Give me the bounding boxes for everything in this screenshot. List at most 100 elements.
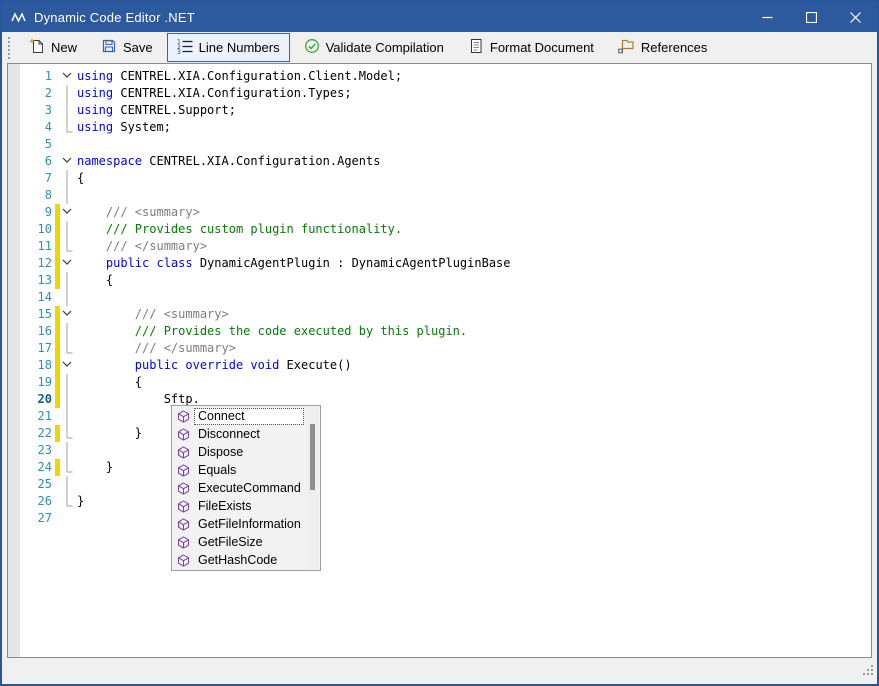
code-text: /// <summary> (77, 306, 229, 323)
change-bar (55, 85, 60, 102)
method-icon (177, 554, 190, 567)
code-line[interactable]: 27 (8, 510, 871, 527)
autocomplete-item[interactable]: GetFileInformation (172, 515, 320, 533)
scrollbar-thumb[interactable] (310, 424, 315, 490)
new-button[interactable]: New (19, 33, 87, 62)
code-line[interactable]: 7{ (8, 170, 871, 187)
fold-line (62, 425, 77, 442)
code-text: { (77, 374, 142, 391)
code-line[interactable]: 19 { (8, 374, 871, 391)
fold-collapse-icon[interactable] (62, 357, 77, 374)
change-bar (55, 374, 60, 391)
autocomplete-item-label: Disconnect (195, 427, 303, 442)
references-button[interactable]: References (608, 33, 717, 62)
format-document-icon (468, 38, 484, 57)
method-icon (177, 428, 190, 441)
titlebar[interactable]: Dynamic Code Editor .NET (2, 2, 877, 32)
autocomplete-item[interactable]: ExecuteCommand (172, 479, 320, 497)
code-line[interactable]: 23 (8, 442, 871, 459)
code-line[interactable]: 16 /// Provides the code executed by thi… (8, 323, 871, 340)
code-text: /// <summary> (77, 204, 200, 221)
autocomplete-item[interactable]: GetHashCode (172, 551, 320, 569)
code-line[interactable]: 21 (8, 408, 871, 425)
fold-collapse-icon[interactable] (62, 306, 77, 323)
code-line[interactable]: 11 /// </summary> (8, 238, 871, 255)
fold-collapse-icon[interactable] (62, 68, 77, 85)
code-line[interactable]: 22 } (8, 425, 871, 442)
maximize-button[interactable] (789, 2, 833, 32)
code-line[interactable]: 12 public class DynamicAgentPlugin : Dyn… (8, 255, 871, 272)
line-number: 12 (8, 255, 54, 272)
save-icon (101, 38, 117, 57)
minimize-button[interactable] (745, 2, 789, 32)
code-line[interactable]: 5 (8, 136, 871, 153)
toolbar: New Save 1 2 3 (2, 32, 877, 63)
autocomplete-item-label: Dispose (195, 445, 303, 460)
code-line[interactable]: 15 /// <summary> (8, 306, 871, 323)
code-line[interactable]: 6namespace CENTREL.XIA.Configuration.Age… (8, 153, 871, 170)
line-number: 6 (8, 153, 54, 170)
line-number: 14 (8, 289, 54, 306)
code-line[interactable]: 1using CENTREL.XIA.Configuration.Client.… (8, 68, 871, 85)
code-text: } (77, 459, 113, 476)
code-text: using CENTREL.XIA.Configuration.Client.M… (77, 68, 402, 85)
code-text: } (77, 493, 84, 510)
autocomplete-item[interactable]: FileExists (172, 497, 320, 515)
fold-line (62, 119, 77, 136)
line-number: 7 (8, 170, 54, 187)
change-bar (55, 187, 60, 204)
change-bar (55, 136, 60, 153)
change-bar (55, 408, 60, 425)
autocomplete-scrollbar[interactable] (306, 407, 319, 569)
code-line[interactable]: 4using System; (8, 119, 871, 136)
fold-collapse-icon[interactable] (62, 204, 77, 221)
method-icon (177, 518, 190, 531)
change-bar (55, 170, 60, 187)
code-line[interactable]: 10 /// Provides custom plugin functional… (8, 221, 871, 238)
code-line[interactable]: 2using CENTREL.XIA.Configuration.Types; (8, 85, 871, 102)
save-button[interactable]: Save (91, 33, 163, 62)
line-numbers-toggle[interactable]: 1 2 3 Line Numbers (167, 33, 290, 62)
code-line[interactable]: 3using CENTREL.Support; (8, 102, 871, 119)
autocomplete-item[interactable]: Dispose (172, 443, 320, 461)
code-line[interactable]: 17 /// </summary> (8, 340, 871, 357)
resize-grip-icon[interactable] (862, 663, 874, 681)
fold-collapse-icon[interactable] (62, 255, 77, 272)
line-number: 16 (8, 323, 54, 340)
fold-line (62, 442, 77, 459)
autocomplete-item-label: Equals (195, 463, 303, 478)
line-number: 23 (8, 442, 54, 459)
line-number: 18 (8, 357, 54, 374)
code-text: using CENTREL.Support; (77, 102, 236, 119)
code-line[interactable]: 8 (8, 187, 871, 204)
validate-compilation-button[interactable]: Validate Compilation (294, 33, 454, 62)
change-bar (55, 204, 60, 221)
autocomplete-item[interactable]: Connect (172, 407, 320, 425)
check-circle-icon (304, 38, 320, 57)
close-button[interactable] (833, 2, 877, 32)
code-line[interactable]: 26} (8, 493, 871, 510)
code-line[interactable]: 9 /// <summary> (8, 204, 871, 221)
fold-collapse-icon[interactable] (62, 153, 77, 170)
autocomplete-item[interactable]: Disconnect (172, 425, 320, 443)
fold-line (62, 170, 77, 187)
line-number: 5 (8, 136, 54, 153)
format-document-button[interactable]: Format Document (458, 33, 604, 62)
autocomplete-item[interactable]: Equals (172, 461, 320, 479)
code-line[interactable]: 20 Sftp. (8, 391, 871, 408)
code-editor[interactable]: 1using CENTREL.XIA.Configuration.Client.… (7, 63, 872, 658)
line-numbers-icon: 1 2 3 (177, 38, 193, 57)
toolbar-grip[interactable] (7, 37, 12, 59)
code-line[interactable]: 13 { (8, 272, 871, 289)
autocomplete-item[interactable]: GetFileSize (172, 533, 320, 551)
fold-line (62, 289, 77, 306)
method-icon (177, 482, 190, 495)
code-line[interactable]: 25 (8, 476, 871, 493)
code-line[interactable]: 18 public override void Execute() (8, 357, 871, 374)
validate-compilation-label: Validate Compilation (326, 40, 444, 55)
change-bar (55, 493, 60, 510)
code-line[interactable]: 24 } (8, 459, 871, 476)
code-line[interactable]: 14 (8, 289, 871, 306)
window-controls (745, 2, 877, 32)
line-number: 27 (8, 510, 54, 527)
